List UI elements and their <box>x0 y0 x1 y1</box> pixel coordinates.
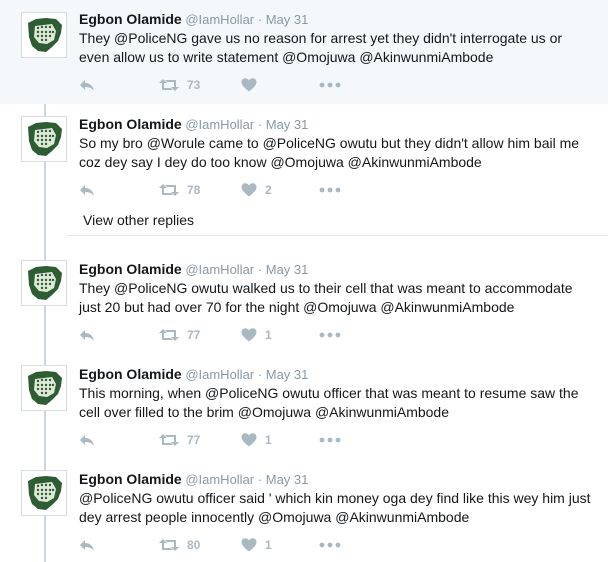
username[interactable]: @IamHollar <box>185 117 254 132</box>
like-count: 1 <box>265 328 272 342</box>
retweet-icon <box>159 78 179 92</box>
timestamp[interactable]: May 31 <box>266 12 309 27</box>
like-count: 1 <box>265 433 272 447</box>
tweet-header: Egbon Olamide @IamHollar · May 31 <box>79 261 308 278</box>
avatar[interactable] <box>21 12 67 58</box>
reply-icon <box>79 433 95 447</box>
tweet-header: Egbon Olamide @IamHollar · May 31 <box>79 116 308 133</box>
tweet-header: Egbon Olamide @IamHollar · May 31 <box>79 471 308 488</box>
like-button[interactable]: 1 <box>241 325 272 345</box>
separator-dot: · <box>257 12 263 27</box>
username[interactable]: @IamHollar <box>185 367 254 382</box>
username[interactable]: @IamHollar <box>185 472 254 487</box>
more-button[interactable] <box>319 325 341 345</box>
retweet-count: 77 <box>187 328 201 342</box>
more-button[interactable] <box>319 535 341 555</box>
like-button[interactable]: 2 <box>241 180 272 200</box>
timestamp[interactable]: May 31 <box>266 262 309 277</box>
tweet-text: @PoliceNG owutu officer said ' which kin… <box>79 490 591 525</box>
retweet-icon <box>159 183 179 197</box>
retweet-count: 78 <box>187 183 201 197</box>
retweet-count: 77 <box>187 433 201 447</box>
avatar[interactable] <box>21 260 67 306</box>
more-button[interactable] <box>319 75 341 95</box>
retweet-button[interactable]: 77 <box>159 430 200 450</box>
more-icon <box>319 437 341 443</box>
like-button[interactable]: 1 <box>241 430 272 450</box>
reply-icon <box>79 538 95 552</box>
display-name[interactable]: Egbon Olamide <box>79 471 182 487</box>
heart-icon <box>241 433 257 447</box>
heart-icon <box>241 328 257 342</box>
like-button[interactable]: 1 <box>241 535 272 555</box>
divider <box>66 235 608 236</box>
more-button[interactable] <box>319 180 341 200</box>
more-icon <box>319 542 341 548</box>
reply-icon <box>79 183 95 197</box>
reply-button[interactable] <box>79 325 95 345</box>
separator-dot: · <box>257 367 263 382</box>
separator-dot: · <box>257 262 263 277</box>
tweet-header: Egbon Olamide @IamHollar · May 31 <box>79 11 308 28</box>
timestamp[interactable]: May 31 <box>266 117 309 132</box>
avatar[interactable] <box>21 116 67 162</box>
avatar[interactable] <box>21 365 67 411</box>
heart-icon <box>241 538 257 552</box>
display-name[interactable]: Egbon Olamide <box>79 116 182 132</box>
tweet-text: This morning, when @PoliceNG owutu offic… <box>79 385 579 420</box>
tweet-text: So my bro @Worule came to @PoliceNG owut… <box>79 135 580 170</box>
reply-icon <box>79 78 95 92</box>
more-icon <box>319 332 341 338</box>
heart-icon <box>241 183 257 197</box>
display-name[interactable]: Egbon Olamide <box>79 11 182 27</box>
username[interactable]: @IamHollar <box>185 12 254 27</box>
retweet-button[interactable]: 73 <box>159 75 200 95</box>
like-count: 2 <box>265 183 272 197</box>
heart-icon <box>241 78 257 92</box>
like-count: 1 <box>265 538 272 552</box>
reply-icon <box>79 328 95 342</box>
retweet-icon <box>159 328 179 342</box>
retweet-button[interactable]: 77 <box>159 325 200 345</box>
separator-dot: · <box>257 117 263 132</box>
reply-button[interactable] <box>79 75 95 95</box>
avatar[interactable] <box>21 470 67 516</box>
tweet-text: They @PoliceNG gave us no reason for arr… <box>79 30 563 65</box>
retweet-button[interactable]: 80 <box>159 535 200 555</box>
retweet-count: 73 <box>187 78 201 92</box>
retweet-icon <box>159 433 179 447</box>
timestamp[interactable]: May 31 <box>266 472 309 487</box>
view-other-replies-link[interactable]: View other replies <box>83 211 194 229</box>
separator-dot: · <box>257 472 263 487</box>
reply-button[interactable] <box>79 430 95 450</box>
retweet-button[interactable]: 78 <box>159 180 200 200</box>
username[interactable]: @IamHollar <box>185 262 254 277</box>
more-button[interactable] <box>319 430 341 450</box>
display-name[interactable]: Egbon Olamide <box>79 366 182 382</box>
more-icon <box>319 187 341 193</box>
like-button[interactable] <box>241 75 265 95</box>
retweet-icon <box>159 538 179 552</box>
reply-button[interactable] <box>79 535 95 555</box>
reply-button[interactable] <box>79 180 95 200</box>
retweet-count: 80 <box>187 538 201 552</box>
display-name[interactable]: Egbon Olamide <box>79 261 182 277</box>
timestamp[interactable]: May 31 <box>266 367 309 382</box>
tweet-header: Egbon Olamide @IamHollar · May 31 <box>79 366 308 383</box>
tweet-text: They @PoliceNG owutu walked us to their … <box>79 280 573 315</box>
more-icon <box>319 82 341 88</box>
